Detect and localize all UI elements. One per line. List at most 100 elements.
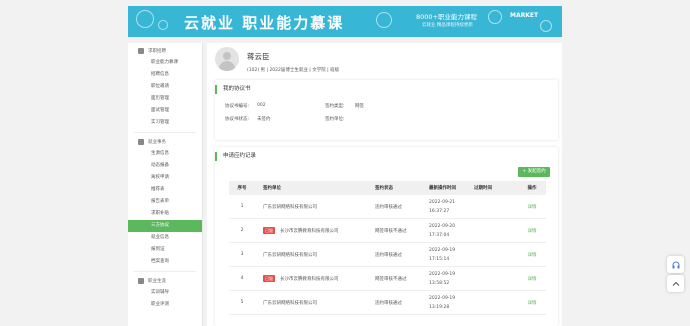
sidebar-item[interactable]: 招聘信息 (128, 69, 202, 81)
main-content: 蒋云臣 (102) 男 | 2022届博士生就业 | 文学院 | 班级 我的协议… (207, 43, 562, 326)
sidebar-item[interactable]: 就业信息 (128, 232, 202, 244)
sidebar-section-header[interactable]: 求职招聘 (128, 45, 202, 57)
agreement-number-label: 协议书编号: (225, 104, 250, 109)
support-button[interactable] (667, 256, 684, 273)
sidebar-section-header[interactable]: 就业事务 (128, 136, 202, 148)
column-header: 操作 (527, 186, 537, 191)
status-badge: 已毁 (263, 275, 275, 282)
row-index: 3 (240, 252, 244, 257)
row-status: 违约审核通过 (375, 300, 402, 306)
agreement-card: 我的协议书 协议书编号: 002 签约类型: 网签 协议书状态: 未签约 签约单… (215, 80, 558, 140)
row-time: 2022-09-21 16:37:27 (429, 199, 456, 214)
row-expire (474, 291, 518, 314)
bulb-icon (488, 10, 502, 24)
sidebar-item[interactable]: 生源信息 (128, 148, 202, 160)
sidebar-item[interactable]: 推荐表 (128, 184, 202, 196)
table-row: 3 广东云研网络科技有限公司 违约审核通过 2022-09-19 17:15:1… (229, 243, 546, 267)
decor-circle (136, 10, 154, 28)
column-header: 序号 (237, 186, 247, 191)
sidebar-item[interactable]: 档案查询 (128, 256, 202, 268)
row-unit: 已毁 长沙市云腾教育科技有限公司 (255, 267, 375, 290)
agreement-status-value: 未签约 (257, 117, 271, 122)
headset-icon (672, 261, 679, 268)
status-badge: 已毁 (263, 227, 275, 234)
table-row: 1 广东云研网络科技有限公司 违约审核通过 2022-09-21 16:37:2… (229, 195, 546, 219)
row-unit: 广东云研网络科技有限公司 (255, 243, 375, 266)
records-card-title: 申请应约记录 (215, 152, 256, 161)
sidebar-item[interactable]: 职位邀请 (128, 81, 202, 93)
row-unit: 广东云研网络科技有限公司 (255, 291, 375, 314)
sidebar-item[interactable]: 职业评测 (128, 299, 202, 311)
banner-sub-line: 云就业 精品课程持续更新 (422, 23, 473, 28)
sidebar-item[interactable]: 动态报备 (128, 160, 202, 172)
detail-link[interactable]: 详情 (518, 267, 546, 290)
user-icon (138, 48, 144, 54)
sidebar-item[interactable]: 求职补贴 (128, 208, 202, 220)
sidebar-item[interactable]: 实习管理 (128, 117, 202, 129)
sidebar-item[interactable]: 离校申请 (128, 172, 202, 184)
sidebar-item[interactable]: 报到证 (128, 244, 202, 256)
decor-circle (158, 20, 168, 30)
banner-course-line: 8000+职业能力课程 (416, 13, 477, 21)
agreement-status-label: 协议书状态: (225, 117, 250, 122)
profile-meta: (102) 男 | 2022届博士生就业 | 文学院 | 班级 (247, 68, 340, 73)
sidebar: 求职招聘 职业能力慕课 招聘信息 职位邀请 面历管理 面试管理 实习管理 就业事… (128, 43, 203, 326)
row-time: 2022-09-20 17:37:04 (429, 223, 456, 238)
chevron-up-icon (672, 281, 679, 286)
decor-circle (376, 12, 392, 28)
banner-market-label: MARKET (510, 12, 539, 19)
sidebar-item[interactable]: 报告表单 (128, 196, 202, 208)
row-index: 2 (240, 228, 244, 233)
row-expire (474, 243, 518, 266)
row-status: 违约审核通过 (375, 252, 402, 258)
column-header: 签约单位 (263, 186, 281, 191)
agreement-card-title: 我的协议书 (215, 85, 251, 94)
row-index: 5 (240, 300, 244, 305)
table-row: 4 已毁 长沙市云腾教育科技有限公司 网签审核不通过 2022-09-19 13:… (229, 267, 546, 291)
divider (134, 271, 196, 272)
row-expire (474, 219, 518, 242)
avatar (215, 47, 239, 71)
row-expire (474, 267, 518, 290)
detail-link[interactable]: 详情 (518, 195, 546, 218)
top-banner[interactable]: 云就业 职业能力慕课 8000+职业能力课程 云就业 精品课程持续更新 MARK… (128, 6, 562, 37)
column-header: 签约状态 (375, 186, 393, 191)
table-row: 2 已毁 长沙市云腾教育科技有限公司 网签审核不通过 2022-09-20 17:… (229, 219, 546, 243)
sidebar-item[interactable]: 职业能力慕课 (128, 57, 202, 69)
row-unit: 已毁 长沙市云腾教育科技有限公司 (255, 219, 375, 242)
sidebar-section-header[interactable]: 职业生涯 (128, 275, 202, 287)
sidebar-item[interactable]: 面试管理 (128, 105, 202, 117)
profile-name: 蒋云臣 (247, 52, 270, 61)
divider (134, 132, 196, 133)
row-time: 2022-09-19 13:19:28 (429, 295, 456, 310)
row-index: 4 (240, 276, 244, 281)
column-header: 过期时间 (474, 186, 492, 191)
unit-name: 广东云研网络科技有限公司 (263, 252, 317, 258)
row-status: 违约审核通过 (375, 204, 402, 210)
unit-name: 长沙市云腾教育科技有限公司 (280, 276, 339, 282)
unit-name: 广东云研网络科技有限公司 (263, 300, 317, 306)
column-header: 最新操作时间 (429, 185, 456, 191)
agreement-number-value: 002 (257, 103, 266, 108)
unit-name: 长沙市云腾教育科技有限公司 (280, 228, 339, 234)
start-signing-button[interactable]: + 发起签约 (518, 167, 550, 177)
detail-link[interactable]: 详情 (518, 243, 546, 266)
row-status: 网签审核不通过 (375, 228, 407, 234)
detail-link[interactable]: 详情 (518, 291, 546, 314)
sign-type-value: 网签 (355, 104, 364, 109)
table-row: 5 广东云研网络科技有限公司 违约审核通过 2022-09-19 13:19:2… (229, 291, 546, 315)
detail-link[interactable]: 详情 (518, 219, 546, 242)
sidebar-section-title: 就业事务 (148, 140, 166, 145)
sidebar-item[interactable]: 实训辅导 (128, 287, 202, 299)
sidebar-item[interactable]: 面历管理 (128, 93, 202, 105)
decor-circle (540, 20, 552, 32)
briefcase-icon (138, 139, 144, 145)
banner-title: 云就业 职业能力慕课 (184, 14, 345, 32)
row-expire (474, 195, 518, 218)
book-icon (138, 278, 144, 284)
sidebar-section-title: 职业生涯 (148, 279, 166, 284)
sign-type-label: 签约类型: (325, 104, 345, 109)
back-to-top-button[interactable] (667, 275, 684, 292)
table-header: 序号 签约单位 签约状态 最新操作时间 过期时间 操作 (229, 181, 546, 195)
sidebar-item-active[interactable]: 三方协议 (128, 220, 202, 232)
